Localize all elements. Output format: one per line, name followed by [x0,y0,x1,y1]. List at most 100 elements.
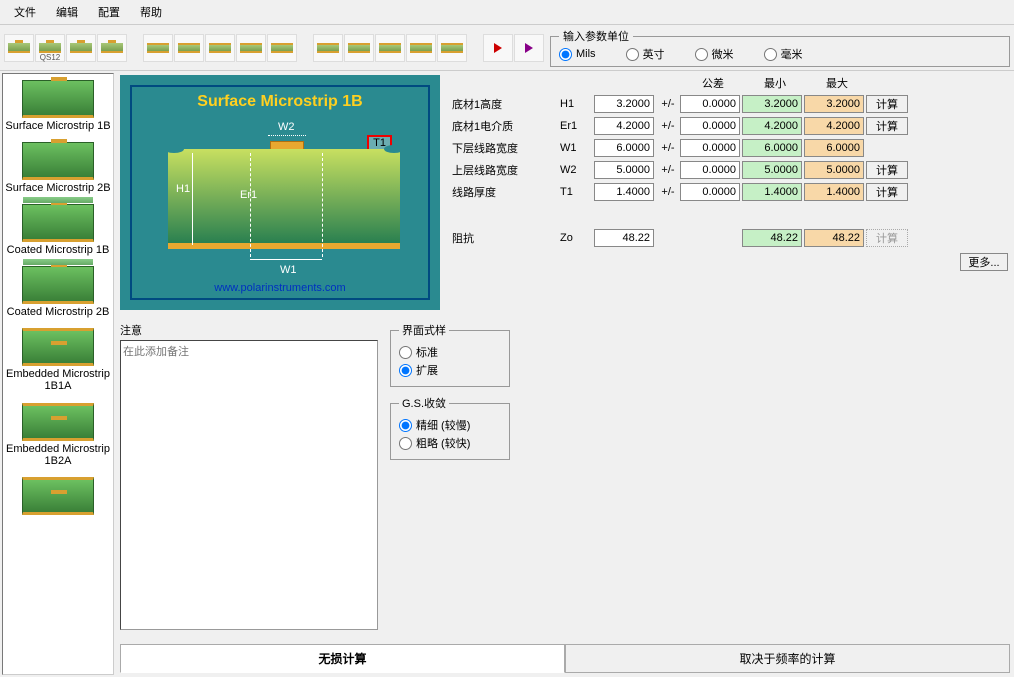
style-standard-radio[interactable] [399,346,412,359]
plus-minus-label: +/- [656,186,680,198]
notes-label: 注意 [120,322,380,338]
tb-btn-13[interactable] [406,34,436,62]
param-tol-input[interactable] [680,139,740,157]
sidebar-item[interactable]: Coated Microstrip 2B [3,260,113,322]
sidebar-item[interactable]: Embedded Microstrip 1B2A [3,397,113,471]
unit-micron-label: 微米 [712,46,734,62]
param-calc-button[interactable]: 计算 [866,183,908,201]
param-calc-button[interactable]: 计算 [866,161,908,179]
unit-mm[interactable]: 毫米 [764,46,803,62]
gs-legend: G.S.收敛 [399,395,449,411]
param-max-input[interactable] [804,183,864,201]
unit-inch[interactable]: 英寸 [626,46,665,62]
notes-textarea[interactable] [120,340,378,630]
param-min-input[interactable] [742,139,802,157]
param-value-input[interactable] [594,161,654,179]
param-max-input[interactable] [804,139,864,157]
tb-btn-4[interactable] [97,34,127,62]
param-max-input[interactable] [804,161,864,179]
menu-edit[interactable]: 编辑 [46,2,88,22]
sidebar-item[interactable]: Coated Microstrip 1B [3,198,113,260]
unit-mils-radio[interactable] [559,48,572,61]
tab-frequency[interactable]: 取决于频率的计算 [565,644,1010,673]
diag-url: www.polarinstruments.com [132,282,428,294]
sidebar-item[interactable]: Surface Microstrip 2B [3,136,113,198]
param-calc-button[interactable]: 计算 [866,95,908,113]
param-tol-input[interactable] [680,161,740,179]
impedance-max[interactable] [804,229,864,247]
param-calc-button[interactable]: 计算 [866,117,908,135]
param-row: 上层线路宽度W2+/-计算 [452,159,1010,181]
tb-btn-qs12[interactable]: QS12 [35,34,65,62]
units-legend: 输入参数单位 [559,28,633,44]
param-tol-input[interactable] [680,95,740,113]
param-max-input[interactable] [804,117,864,135]
param-min-input[interactable] [742,95,802,113]
param-row: 下层线路宽度W1+/- [452,137,1010,159]
sidebar-item[interactable]: Embedded Microstrip 1B1A [3,322,113,396]
more-button[interactable]: 更多... [960,253,1008,271]
unit-inch-radio[interactable] [626,48,639,61]
param-value-input[interactable] [594,117,654,135]
param-row: 底材1高度H1+/-计算 [452,93,1010,115]
microstrip-icon [70,43,92,53]
param-label: 线路厚度 [452,184,560,200]
tb-btn-10[interactable] [313,34,343,62]
tb-btn-14[interactable] [437,34,467,62]
sidebar-item[interactable]: Surface Microstrip 1B [3,74,113,136]
tb-btn-7[interactable] [205,34,235,62]
unit-mils[interactable]: Mils [559,48,596,61]
gs-convergence-fieldset: G.S.收敛 精细 (较慢) 粗略 (较快) [390,395,510,460]
unit-micron[interactable]: 微米 [695,46,734,62]
diag-h1-label: H1 [176,183,190,195]
diag-h1-arrow [192,153,193,245]
gs-fine[interactable]: 精细 (较慢) [399,417,501,433]
tb-btn-red-arrow[interactable] [483,34,513,62]
style-extended-radio[interactable] [399,364,412,377]
param-tol-input[interactable] [680,117,740,135]
param-label: 底材1高度 [452,96,560,112]
tb-btn-1[interactable] [4,34,34,62]
param-min-input[interactable] [742,117,802,135]
tb-btn-3[interactable] [66,34,96,62]
param-tol-input[interactable] [680,183,740,201]
menu-file[interactable]: 文件 [4,2,46,22]
style-extended-label: 扩展 [416,362,438,378]
tb-btn-9[interactable] [267,34,297,62]
impedance-min[interactable] [742,229,802,247]
tb-btn-12[interactable] [375,34,405,62]
param-value-input[interactable] [594,95,654,113]
toolbar: QS12 输入参数单位 Mils 英寸 微米 毫米 [0,25,1014,71]
param-max-input[interactable] [804,95,864,113]
tb-btn-5[interactable] [143,34,173,62]
tb-btn-purple-arrow[interactable] [514,34,544,62]
gs-fine-radio[interactable] [399,419,412,432]
impedance-value[interactable] [594,229,654,247]
structure-sidebar[interactable]: Surface Microstrip 1BSurface Microstrip … [2,73,114,675]
param-value-input[interactable] [594,139,654,157]
gs-coarse-radio[interactable] [399,437,412,450]
param-min-input[interactable] [742,183,802,201]
gs-coarse[interactable]: 粗略 (较快) [399,435,501,451]
param-min-input[interactable] [742,161,802,179]
unit-micron-radio[interactable] [695,48,708,61]
param-value-input[interactable] [594,183,654,201]
param-header: 公差 最小 最大 [452,75,1010,91]
purple-arrow-icon [525,43,533,53]
tb-btn-11[interactable] [344,34,374,62]
style-standard[interactable]: 标准 [399,344,501,360]
stripline-icon [271,43,293,53]
unit-mm-radio[interactable] [764,48,777,61]
stripline-icon [348,43,370,53]
tab-lossless[interactable]: 无损计算 [120,644,565,673]
style-extended[interactable]: 扩展 [399,362,501,378]
param-symbol: T1 [560,186,594,198]
tb-btn-8[interactable] [236,34,266,62]
menu-help[interactable]: 帮助 [130,2,172,22]
menu-config[interactable]: 配置 [88,2,130,22]
diag-w2-label: W2 [278,121,295,133]
param-label: 上层线路宽度 [452,162,560,178]
structure-thumb-icon [22,403,94,441]
sidebar-item[interactable] [3,471,113,519]
tb-btn-6[interactable] [174,34,204,62]
